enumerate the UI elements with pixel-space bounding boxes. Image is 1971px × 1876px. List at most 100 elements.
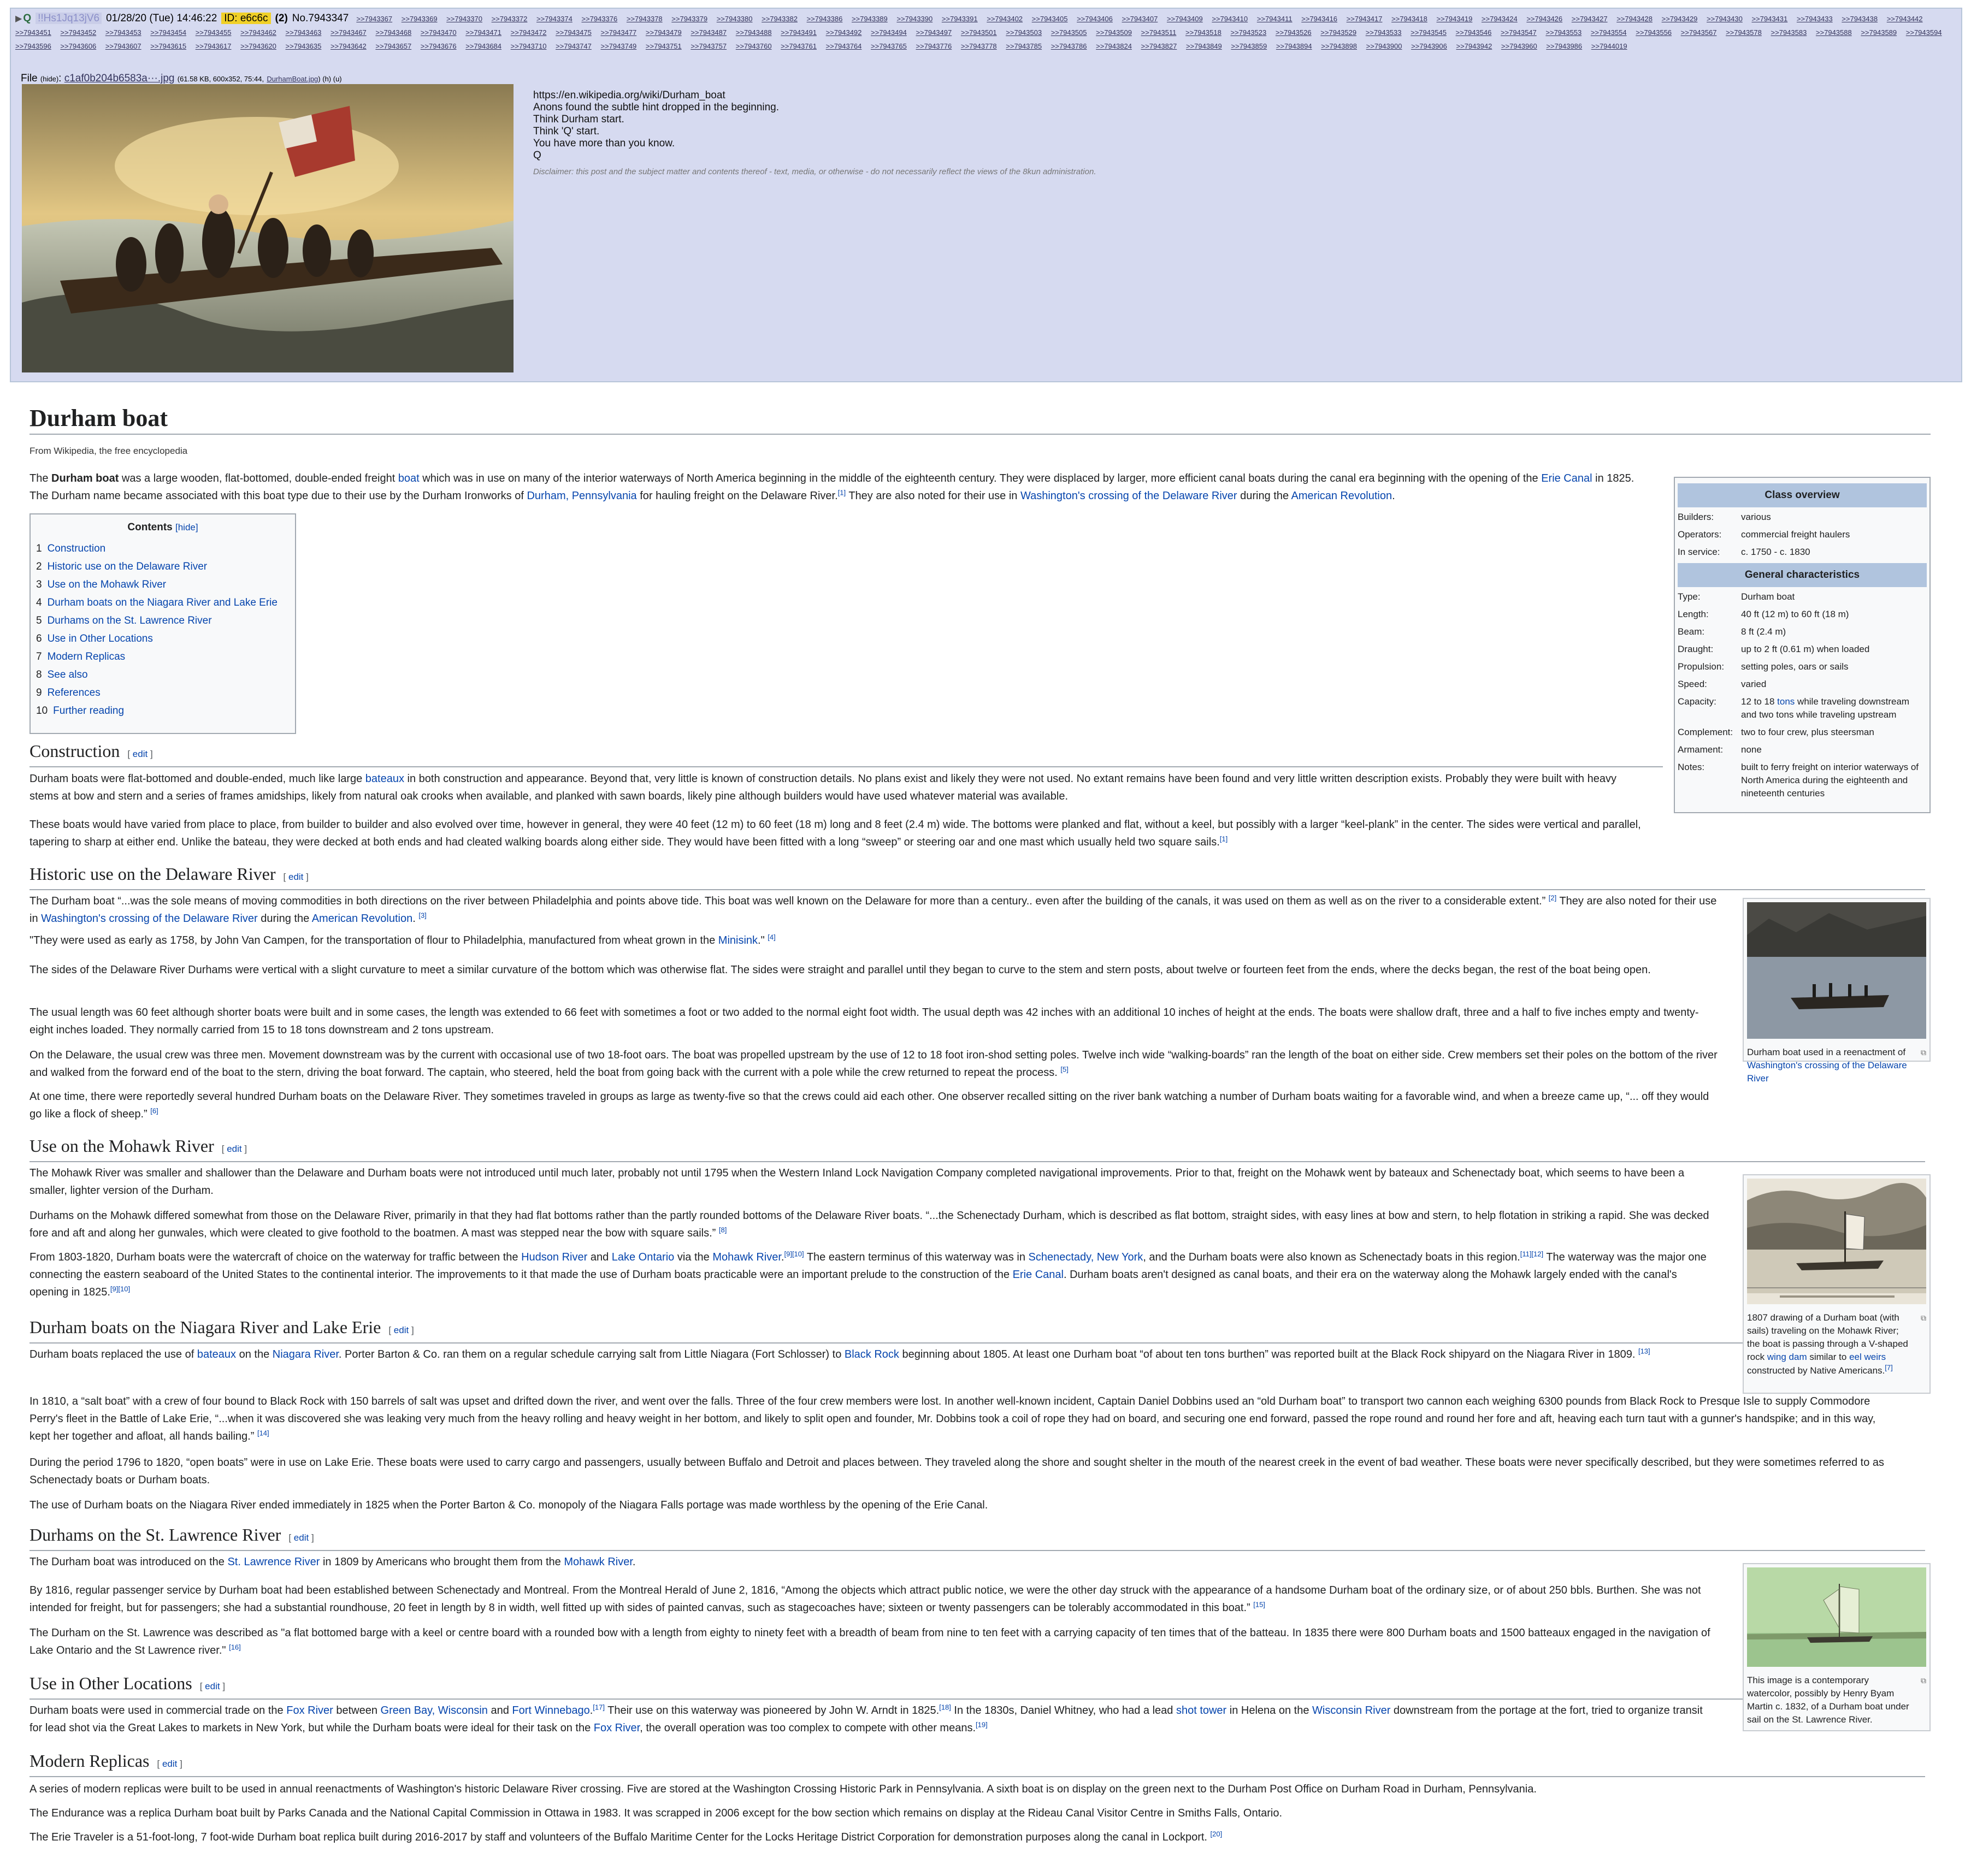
reply-link[interactable]: >>7943491 [781,28,817,37]
reply-link[interactable]: >>7943442 [1887,15,1923,23]
edit-link[interactable]: edit [227,1144,241,1154]
reply-link[interactable]: >>7943567 [1681,28,1717,37]
wiki-link[interactable]: Schenectady, New York [1029,1251,1143,1263]
file-name-link[interactable]: c1af0b204b6583a···.jpg [64,73,175,84]
reply-link[interactable]: >>7943424 [1482,15,1518,23]
reply-link[interactable]: >>7943554 [1591,28,1627,37]
toc-item-link[interactable]: Durhams on the St. Lawrence River [48,615,212,626]
wiki-link[interactable]: Green Bay, Wisconsin [381,1705,488,1717]
wiki-link[interactable]: Mohawk River [564,1556,633,1568]
reply-link[interactable]: >>7943764 [826,42,862,50]
reply-link[interactable]: >>7943545 [1411,28,1447,37]
toc-item[interactable]: 10 Further reading [36,702,290,720]
reply-link[interactable]: >>7943488 [736,28,772,37]
reply-link[interactable]: >>7943416 [1301,15,1337,23]
reply-link[interactable]: >>7943379 [671,15,707,23]
reply-link[interactable]: >>7943526 [1276,28,1312,37]
toc-item[interactable]: 3 Use on the Mohawk River [36,576,290,594]
citation-link[interactable]: [16] [229,1643,241,1651]
collapse-triangle-icon[interactable]: ▶ [15,14,22,23]
toc-item-link[interactable]: Construction [48,543,106,554]
reply-link[interactable]: >>7943503 [1006,28,1042,37]
reply-link[interactable]: >>7943497 [916,28,952,37]
reply-link[interactable]: >>7943898 [1321,42,1357,50]
reply-link[interactable]: >>7943451 [15,28,51,37]
wiki-link[interactable]: bateaux [365,773,404,785]
reply-link[interactable]: >>7943684 [465,42,501,50]
edit-link[interactable]: edit [394,1325,409,1335]
drawing-1807-image[interactable] [1747,1179,1926,1304]
toc-item[interactable]: 6 Use in Other Locations [36,630,290,648]
wiki-link[interactable]: Durham, Pennsylvania [527,490,636,502]
reply-link[interactable]: >>7943776 [916,42,952,50]
reply-link[interactable]: >>7943454 [150,28,186,37]
reply-link[interactable]: >>7943370 [446,15,482,23]
reply-link[interactable]: >>7943382 [762,15,798,23]
reply-link[interactable]: >>7943463 [286,28,322,37]
wiki-link[interactable]: Mohawk River [712,1251,781,1263]
reply-link[interactable]: >>7943378 [627,15,663,23]
toc-item-link[interactable]: Modern Replicas [48,651,126,662]
reply-link[interactable]: >>7943824 [1096,42,1132,50]
watercolor-image[interactable] [1747,1567,1926,1667]
reply-link[interactable]: >>7943475 [556,28,592,37]
file-hide-link[interactable]: (hide) [40,75,58,83]
wiki-link[interactable]: Minisink [718,934,758,946]
reply-link[interactable]: >>7943589 [1861,28,1897,37]
reply-link[interactable]: >>7943372 [492,15,528,23]
reply-link[interactable]: >>7943494 [871,28,907,37]
wiki-link[interactable]: Fox River [286,1705,333,1717]
reply-link[interactable]: >>7943859 [1231,42,1267,50]
reply-link[interactable]: >>7943765 [871,42,907,50]
toc-item-link[interactable]: Use in Other Locations [48,633,153,644]
toc-item-link[interactable]: Durham boats on the Niagara River and La… [48,597,278,608]
citation-link[interactable]: [19] [976,1720,988,1729]
reply-link[interactable]: >>7943468 [375,28,411,37]
reply-link[interactable]: >>7943594 [1906,28,1942,37]
reply-link[interactable]: >>7943778 [961,42,997,50]
reply-link[interactable]: >>7943471 [465,28,501,37]
reply-link[interactable]: >>7943380 [717,15,753,23]
reply-link[interactable]: >>7943523 [1230,28,1266,37]
reply-link[interactable]: >>7943588 [1816,28,1852,37]
wiki-link[interactable]: Fort Winnebago [512,1705,589,1717]
citation-link[interactable]: [7] [1885,1363,1892,1371]
reply-link[interactable]: >>7943411 [1257,15,1293,23]
enlarge-icon[interactable]: ⧉ [1921,1674,1926,1687]
reply-link[interactable]: >>7943374 [536,15,573,23]
wiki-link[interactable]: tons [1777,696,1795,707]
wiki-link[interactable]: eel weirs [1849,1352,1886,1362]
reply-link[interactable]: >>7943453 [105,28,141,37]
reply-link[interactable]: >>7943427 [1572,15,1608,23]
reply-link[interactable]: >>7943596 [15,42,51,50]
reply-link[interactable]: >>7943906 [1411,42,1447,50]
edit-link[interactable]: edit [288,872,303,882]
toc-hide-link[interactable]: [hide] [175,522,198,532]
reply-link[interactable]: >>7943428 [1616,15,1653,23]
reply-link[interactable]: >>7943406 [1077,15,1113,23]
reply-link[interactable]: >>7943986 [1546,42,1582,50]
wiki-link[interactable]: bateaux [197,1348,236,1360]
poster-id-badge[interactable]: ID: e6c6c [221,13,271,24]
reply-link[interactable]: >>7943676 [421,42,457,50]
reply-link[interactable]: >>7943606 [60,42,96,50]
reply-link[interactable]: >>7943509 [1096,28,1132,37]
wiki-link[interactable]: Erie Canal [1541,472,1592,484]
reply-link[interactable]: >>7943827 [1141,42,1177,50]
reply-link[interactable]: >>7943407 [1122,15,1158,23]
reply-link[interactable]: >>7943479 [646,28,682,37]
toc-item[interactable]: 8 See also [36,666,290,684]
reply-link[interactable]: >>7943462 [240,28,276,37]
reply-link[interactable]: >>7943518 [1185,28,1221,37]
wiki-link[interactable]: Washington's crossing of the Delaware Ri… [41,913,258,925]
toc-item-link[interactable]: Historic use on the Delaware River [48,561,208,572]
reply-link[interactable]: >>7943438 [1842,15,1878,23]
reply-link[interactable]: >>7943492 [826,28,862,37]
toc-item-link[interactable]: References [48,687,101,699]
reply-link[interactable]: >>7943617 [196,42,232,50]
wiki-link[interactable]: Hudson River [521,1251,587,1263]
reply-link[interactable]: >>7943900 [1366,42,1402,50]
citation-link[interactable]: [2] [1549,893,1556,902]
reply-link[interactable]: >>7943487 [691,28,727,37]
citation-link[interactable]: [3] [418,911,426,919]
